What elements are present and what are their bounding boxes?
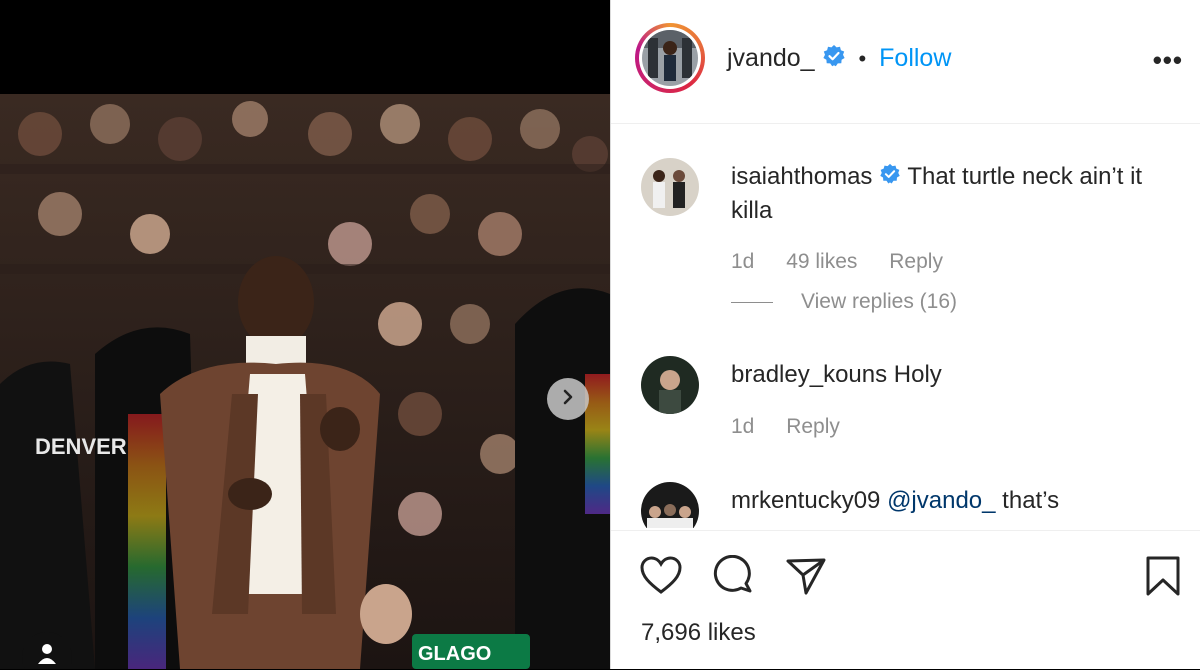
comment-avatar[interactable] xyxy=(641,482,699,528)
verified-badge-icon xyxy=(822,44,846,75)
comment-avatar[interactable] xyxy=(641,356,699,414)
reply-button[interactable]: Reply xyxy=(786,415,840,438)
post-media: DENVER GLAGO xyxy=(0,0,610,669)
comment-time: 1d xyxy=(731,415,755,438)
comment-avatar[interactable] xyxy=(641,158,699,216)
more-options-icon[interactable]: ••• xyxy=(1153,45,1183,76)
post-photo: DENVER GLAGO xyxy=(0,94,610,669)
separator-dot: • xyxy=(858,46,867,72)
chevron-right-icon xyxy=(559,388,577,411)
jersey-text: DENVER xyxy=(35,434,127,459)
user-tag-icon xyxy=(36,642,58,669)
verified-badge-icon xyxy=(879,161,901,194)
avatar xyxy=(642,30,698,86)
view-replies-button[interactable]: View replies (16) xyxy=(731,290,957,314)
comment-text: bradley_kouns Holy xyxy=(731,358,1176,391)
username-link[interactable]: jvando_ xyxy=(727,44,815,72)
reply-button[interactable]: Reply xyxy=(889,250,943,273)
comment-body: that’s xyxy=(1002,487,1060,514)
comment-body: Holy xyxy=(893,361,942,388)
comment-icon[interactable] xyxy=(713,554,755,602)
comment-meta: 1d Reply xyxy=(731,415,866,439)
next-photo-button[interactable] xyxy=(547,378,589,420)
banner-text: GLAGO xyxy=(418,643,491,665)
likes-count[interactable]: 7,696 likes xyxy=(641,619,756,647)
share-icon[interactable] xyxy=(785,555,827,602)
follow-button[interactable]: Follow xyxy=(879,44,951,72)
post-actions: 7,696 likes xyxy=(611,530,1200,670)
bookmark-icon[interactable] xyxy=(1145,555,1181,602)
comment-meta: 1d 49 likes Reply xyxy=(731,250,969,274)
comment-time: 1d xyxy=(731,250,755,273)
comment-username[interactable]: isaiahthomas xyxy=(731,163,872,190)
replies-divider xyxy=(731,301,773,303)
comment-username[interactable]: mrkentucky09 xyxy=(731,487,880,514)
post-sidebar: jvando_ • Follow ••• isaiahthomas That t… xyxy=(610,0,1200,669)
view-replies-label: View replies (16) xyxy=(801,290,958,313)
post-author: jvando_ • Follow xyxy=(727,44,951,75)
comment-mention[interactable]: @jvando_ xyxy=(887,487,995,514)
comments-list[interactable]: isaiahthomas That turtle neck ain’t it k… xyxy=(611,124,1200,528)
comment-text: mrkentucky09 @jvando_ that’s xyxy=(731,484,1176,517)
heart-icon[interactable] xyxy=(639,555,683,600)
comment-text: isaiahthomas That turtle neck ain’t it k… xyxy=(731,160,1176,227)
comment-username[interactable]: bradley_kouns xyxy=(731,361,887,388)
post-header: jvando_ • Follow ••• xyxy=(611,0,1200,124)
story-ring[interactable] xyxy=(635,23,705,93)
comment-likes[interactable]: 49 likes xyxy=(786,250,857,273)
